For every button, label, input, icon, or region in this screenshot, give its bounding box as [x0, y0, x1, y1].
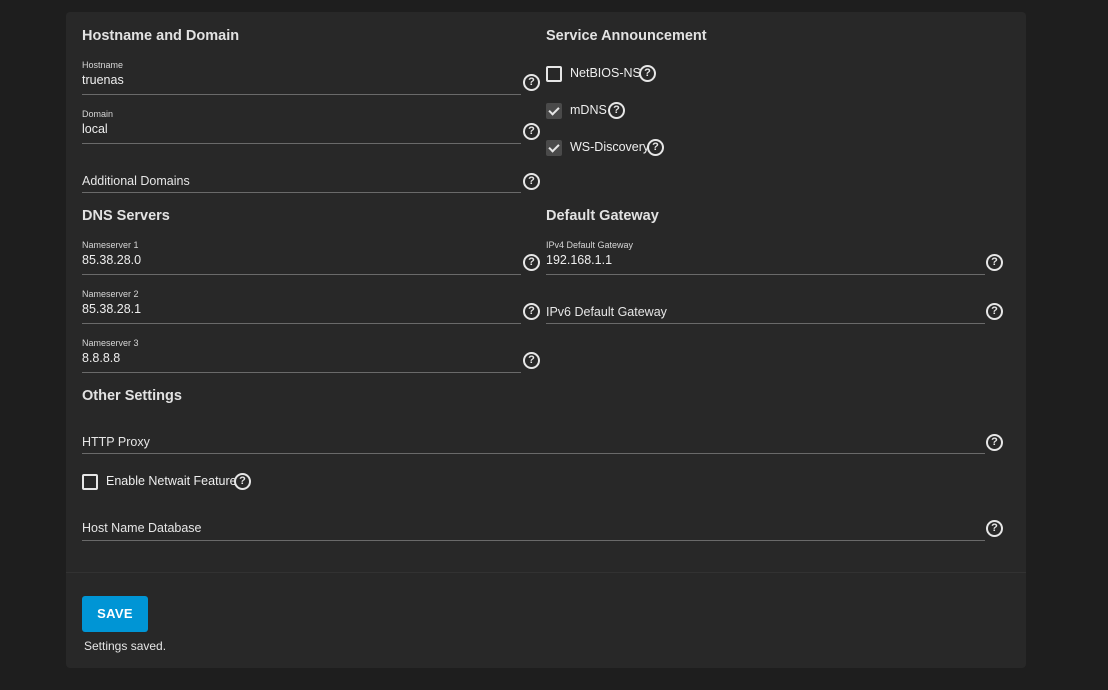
nameserver3-underline — [82, 372, 521, 373]
hostname-field[interactable]: Hostname truenas — [82, 60, 521, 100]
ipv6-gateway-field[interactable]: IPv6 Default Gateway — [546, 303, 985, 343]
netbios-checkbox[interactable] — [546, 66, 562, 82]
netbios-help-icon[interactable]: ? — [639, 65, 656, 82]
status-message: Settings saved. — [84, 639, 167, 653]
nameserver2-label: Nameserver 2 — [82, 289, 139, 299]
ipv4-gateway-value[interactable]: 192.168.1.1 — [546, 253, 612, 267]
ipv4-gateway-help-icon[interactable]: ? — [986, 254, 1003, 271]
http-proxy-underline — [82, 453, 985, 454]
mdns-label: mDNS — [570, 103, 607, 117]
ws-discovery-label: WS-Discovery — [570, 140, 650, 154]
nameserver3-label: Nameserver 3 — [82, 338, 139, 348]
hostname-label: Hostname — [82, 60, 124, 70]
domain-help-icon[interactable]: ? — [523, 123, 540, 140]
additional-domains-underline — [82, 192, 521, 193]
ipv4-gateway-label: IPv4 Default Gateway — [546, 240, 634, 250]
domain-value[interactable]: local — [82, 122, 108, 136]
additional-domains-field[interactable]: Additional Domains — [82, 172, 521, 212]
save-button[interactable]: SAVE — [82, 596, 148, 632]
nameserver2-value[interactable]: 85.38.28.1 — [82, 302, 141, 316]
mdns-checkbox[interactable] — [546, 103, 562, 119]
section-title-dns-servers: DNS Servers — [82, 208, 170, 224]
nameserver3-help-icon[interactable]: ? — [523, 352, 540, 369]
host-name-database-field[interactable]: Host Name Database — [82, 519, 985, 559]
actions-divider — [66, 572, 1026, 573]
ipv6-gateway-underline — [546, 323, 985, 324]
nameserver1-help-icon[interactable]: ? — [523, 254, 540, 271]
ws-discovery-help-icon[interactable]: ? — [647, 139, 664, 156]
hostname-underline — [82, 94, 521, 95]
ipv6-gateway-help-icon[interactable]: ? — [986, 303, 1003, 320]
nameserver1-field[interactable]: Nameserver 1 85.38.28.0 — [82, 240, 521, 280]
section-title-hostname-domain: Hostname and Domain — [82, 28, 240, 44]
host-name-database-help-icon[interactable]: ? — [986, 520, 1003, 537]
nameserver1-value[interactable]: 85.38.28.0 — [82, 253, 141, 267]
nameserver3-value[interactable]: 8.8.8.8 — [82, 351, 120, 365]
hostname-value[interactable]: truenas — [82, 73, 124, 87]
netwait-help-icon[interactable]: ? — [234, 473, 251, 490]
ipv6-gateway-placeholder: IPv6 Default Gateway — [546, 305, 667, 319]
http-proxy-field[interactable]: HTTP Proxy — [82, 433, 985, 473]
host-name-database-placeholder: Host Name Database — [82, 521, 202, 535]
ws-discovery-checkbox[interactable] — [546, 140, 562, 156]
domain-label: Domain — [82, 109, 114, 119]
host-name-database-underline — [82, 540, 985, 541]
http-proxy-placeholder: HTTP Proxy — [82, 435, 150, 449]
nameserver1-underline — [82, 274, 521, 275]
hostname-help-icon[interactable]: ? — [523, 74, 540, 91]
section-title-other-settings: Other Settings — [82, 388, 182, 404]
domain-underline — [82, 143, 521, 144]
additional-domains-placeholder: Additional Domains — [82, 174, 190, 188]
netwait-checkbox[interactable] — [82, 474, 98, 490]
ipv4-gateway-field[interactable]: IPv4 Default Gateway 192.168.1.1 — [546, 240, 985, 280]
nameserver2-underline — [82, 323, 521, 324]
netwait-label: Enable Netwait Feature — [106, 474, 237, 488]
http-proxy-help-icon[interactable]: ? — [986, 434, 1003, 451]
domain-field[interactable]: Domain local — [82, 109, 521, 149]
ipv4-gateway-underline — [546, 274, 985, 275]
nameserver3-field[interactable]: Nameserver 3 8.8.8.8 — [82, 338, 521, 378]
nameserver1-label: Nameserver 1 — [82, 240, 139, 250]
network-global-config-card: Hostname and Domain Hostname truenas ? D… — [66, 12, 1026, 668]
nameserver2-help-icon[interactable]: ? — [523, 303, 540, 320]
mdns-help-icon[interactable]: ? — [608, 102, 625, 119]
netbios-label: NetBIOS-NS — [570, 66, 641, 80]
nameserver2-field[interactable]: Nameserver 2 85.38.28.1 — [82, 289, 521, 329]
section-title-default-gateway: Default Gateway — [546, 208, 659, 224]
section-title-service-announcement: Service Announcement — [546, 28, 707, 44]
additional-domains-help-icon[interactable]: ? — [523, 173, 540, 190]
